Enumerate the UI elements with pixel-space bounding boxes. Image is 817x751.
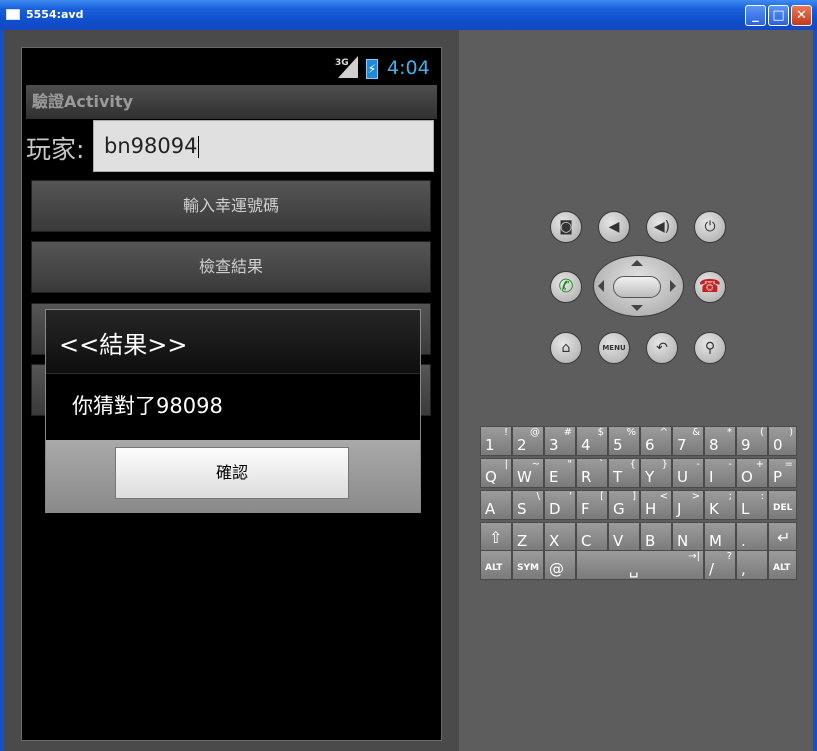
key-3[interactable]: 3 # xyxy=(544,426,576,456)
key-8[interactable]: 8 * xyxy=(704,426,736,456)
window-icon xyxy=(6,9,20,20)
key-t[interactable]: T{ xyxy=(608,458,640,488)
player-label: 玩家: xyxy=(26,135,85,164)
key-q[interactable]: Q | xyxy=(480,458,512,488)
window-titlebar: 5554:avd _ □ ✕ xyxy=(0,0,817,30)
volume-down-icon[interactable]: ◀ xyxy=(598,211,630,243)
power-icon[interactable]: ⏻ xyxy=(694,211,726,243)
key-u[interactable]: U- xyxy=(672,458,704,488)
dialog-title: <<結果>> xyxy=(46,310,420,374)
dialog-message: 你猜對了98098 xyxy=(72,394,223,418)
key-period[interactable]: . xyxy=(736,522,768,552)
emulator-screen[interactable]: 3G ⚡ 4:04 驗證Activity 玩家: bn98094 輸入幸運號碼 … xyxy=(21,47,442,741)
player-input-value: bn98094 xyxy=(104,134,198,158)
key-n[interactable]: N xyxy=(672,522,704,552)
key-j[interactable]: J > xyxy=(672,490,704,520)
key-y[interactable]: Y} xyxy=(640,458,672,488)
key-b[interactable]: B xyxy=(640,522,672,552)
search-icon[interactable]: ⚲ xyxy=(694,332,726,364)
key-d[interactable]: D ' xyxy=(544,490,576,520)
key-enter[interactable]: ↵ xyxy=(768,522,797,552)
call-icon[interactable]: ✆ xyxy=(550,271,582,303)
dpad-down-icon[interactable] xyxy=(631,305,643,311)
key-sym[interactable]: SYM xyxy=(512,550,544,580)
status-time: 4:04 xyxy=(387,57,430,79)
camera-icon[interactable]: ◙ xyxy=(550,211,582,243)
key-comma[interactable]: , xyxy=(736,550,768,580)
key-e[interactable]: E " xyxy=(544,458,576,488)
window-border-right xyxy=(813,30,817,751)
key-v[interactable]: V xyxy=(608,522,640,552)
key-slash[interactable]: /? xyxy=(704,550,736,580)
key-alt-right[interactable]: ALT xyxy=(768,550,797,580)
app-title-bar: 驗證Activity xyxy=(26,85,437,119)
status-bar: 3G ⚡ 4:04 xyxy=(22,48,441,84)
key-0[interactable]: 0) xyxy=(768,426,797,456)
key-k[interactable]: K; xyxy=(704,490,736,520)
key-at[interactable]: @ xyxy=(544,550,576,580)
home-icon[interactable]: ⌂ xyxy=(550,332,582,364)
confirm-button[interactable]: 確認 xyxy=(115,447,349,499)
key-9[interactable]: 9( xyxy=(736,426,768,456)
key-s[interactable]: S \ xyxy=(512,490,544,520)
dpad-center-button[interactable] xyxy=(613,276,661,298)
key-h[interactable]: H < xyxy=(640,490,672,520)
close-button[interactable]: ✕ xyxy=(791,5,812,26)
key-6[interactable]: 6 ^ xyxy=(640,426,672,456)
dpad-up-icon[interactable] xyxy=(631,260,643,266)
check-result-button[interactable]: 檢查結果 xyxy=(31,241,431,293)
maximize-button[interactable]: □ xyxy=(768,5,789,26)
menu-button[interactable]: MENU xyxy=(598,332,630,364)
key-alt-left[interactable]: ALT xyxy=(480,550,512,580)
key-p[interactable]: P = xyxy=(768,458,797,488)
key-w[interactable]: W ~ xyxy=(512,458,544,488)
key-l[interactable]: L: xyxy=(736,490,768,520)
key-o[interactable]: O + xyxy=(736,458,768,488)
dpad-right-icon[interactable] xyxy=(670,280,676,292)
key-1[interactable]: 1! xyxy=(480,426,512,456)
minimize-button[interactable]: _ xyxy=(745,5,766,26)
device-controls-panel xyxy=(459,30,813,751)
window-title: 5554:avd xyxy=(26,8,84,21)
dpad-left-icon[interactable] xyxy=(598,280,604,292)
volume-up-icon[interactable]: ◀) xyxy=(646,211,678,243)
key-shift[interactable]: ⇧ xyxy=(480,522,512,552)
key-g[interactable]: G] xyxy=(608,490,640,520)
text-caret xyxy=(198,136,200,158)
key-2[interactable]: 2 @ xyxy=(512,426,544,456)
back-icon[interactable]: ↶ xyxy=(646,332,678,364)
result-dialog: <<結果>> 你猜對了98098 確認 xyxy=(45,309,421,513)
key-i[interactable]: I- xyxy=(704,458,736,488)
key-r[interactable]: R ` xyxy=(576,458,608,488)
dialog-button-bar: 確認 xyxy=(46,440,420,512)
key-f[interactable]: F[ xyxy=(576,490,608,520)
end-call-icon[interactable]: ☎ xyxy=(694,271,726,303)
key-7[interactable]: 7 & xyxy=(672,426,704,456)
key-a[interactable]: A xyxy=(480,490,512,520)
enter-lucky-number-button[interactable]: 輸入幸運號碼 xyxy=(31,180,431,232)
battery-icon: ⚡ xyxy=(366,59,378,79)
key-m[interactable]: M xyxy=(704,522,736,552)
key-4[interactable]: 4 $ xyxy=(576,426,608,456)
network-type: 3G xyxy=(335,58,349,68)
key-c[interactable]: C xyxy=(576,522,608,552)
key-x[interactable]: X xyxy=(544,522,576,552)
key-z[interactable]: Z xyxy=(512,522,544,552)
key-delete[interactable]: DEL xyxy=(768,490,797,520)
player-input[interactable]: bn98094 xyxy=(93,120,434,172)
key-space[interactable]: ␣ →| xyxy=(576,550,704,580)
key-5[interactable]: 5% xyxy=(608,426,640,456)
